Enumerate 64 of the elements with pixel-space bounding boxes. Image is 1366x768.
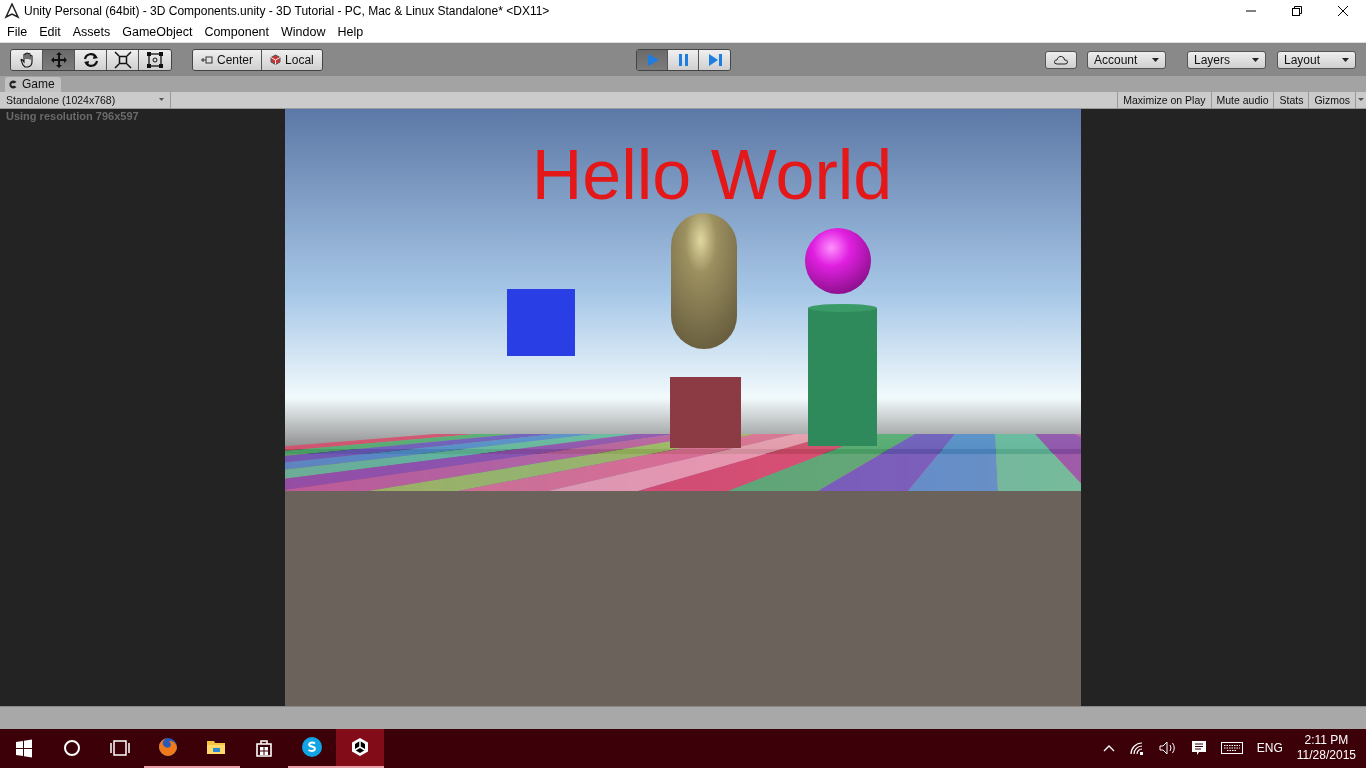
clock-date[interactable]: 11/28/2015: [1296, 748, 1356, 764]
game-tab[interactable]: Game: [5, 76, 61, 92]
wifi-icon[interactable]: [1128, 741, 1145, 756]
hand-icon: [17, 50, 36, 69]
toggle-button[interactable]: Stats: [1273, 91, 1309, 108]
restore-button[interactable]: [1291, 4, 1303, 17]
shopping-bag-icon: [253, 737, 275, 760]
scale-tool-button[interactable]: [107, 49, 139, 70]
cloud-button[interactable]: [1045, 50, 1077, 69]
scale-icon: [113, 50, 132, 69]
menu-item[interactable]: Assets: [67, 25, 116, 40]
cube: [670, 376, 741, 448]
toggle-button[interactable]: Maximize on Play: [1117, 91, 1211, 108]
aspect-dropdown[interactable]: Standalone (1024x768): [0, 91, 171, 108]
cloud-icon: [1053, 54, 1069, 65]
caret-icon: [1252, 57, 1259, 62]
move-arrows-icon: [49, 50, 68, 69]
toggle-button[interactable]: Mute audio: [1210, 91, 1274, 108]
menu-item[interactable]: File: [2, 25, 33, 40]
clock-time[interactable]: 2:11 PM: [1304, 733, 1349, 749]
hello-world-text: Hello World: [531, 135, 893, 214]
cube-icon: [270, 54, 282, 66]
menu-item[interactable]: GameObject: [117, 25, 198, 40]
dropdown-button[interactable]: Layout: [1277, 50, 1356, 69]
browser-icon: [157, 736, 179, 759]
cube: [507, 288, 575, 356]
center-pivot-button[interactable]: Center: [193, 49, 263, 70]
local-pivot-button[interactable]: Local: [262, 49, 322, 70]
caret-icon: [1152, 57, 1159, 62]
sphere: [805, 227, 871, 294]
pivot-icon: [201, 54, 213, 65]
pause-button[interactable]: [668, 49, 700, 70]
notification-icon[interactable]: [1190, 740, 1207, 757]
menu-item[interactable]: Edit: [34, 25, 66, 40]
dropdown-arrow-icon[interactable]: [1355, 91, 1366, 108]
cube-logo-icon: [349, 736, 371, 759]
window-title: Unity Personal (64bit) - 3D Components.unity - 3D Tutorial - PC, Mac & Linux Standalone* <DX11>: [24, 3, 550, 18]
rect-tool-icon: [146, 50, 164, 69]
chevron-up-icon[interactable]: [1102, 744, 1115, 753]
chat-logo-icon: [301, 736, 323, 759]
dropdown-button[interactable]: Account: [1087, 50, 1166, 69]
caret-icon: [159, 98, 164, 102]
windows-logo-icon: [13, 737, 35, 760]
play-button[interactable]: [637, 49, 669, 70]
speaker-icon[interactable]: [1158, 741, 1177, 756]
step-icon: [706, 51, 723, 68]
caret-icon: [1342, 57, 1349, 62]
menu-item[interactable]: Component: [199, 25, 274, 40]
resolution-note: Using resolution 796x597: [6, 109, 139, 122]
toggle-button[interactable]: Gizmos: [1308, 91, 1355, 108]
move-tool-button[interactable]: [43, 49, 75, 70]
hand-tool-button[interactable]: [11, 49, 43, 70]
step-button[interactable]: [699, 49, 731, 70]
menu-item[interactable]: Window: [276, 25, 331, 40]
dropdown-button[interactable]: Layers: [1187, 50, 1266, 69]
keyboard-icon[interactable]: [1220, 742, 1243, 755]
rotate-tool-button[interactable]: [75, 49, 107, 70]
rect-tool-button[interactable]: [139, 49, 171, 70]
game-tab-icon: [9, 79, 18, 89]
language-indicator[interactable]: ENG: [1256, 741, 1283, 756]
rotate-icon: [81, 50, 100, 69]
menu-item[interactable]: Help: [332, 25, 369, 40]
close-button[interactable]: [1337, 4, 1349, 17]
unity-taskbar-button[interactable]: [336, 728, 384, 768]
